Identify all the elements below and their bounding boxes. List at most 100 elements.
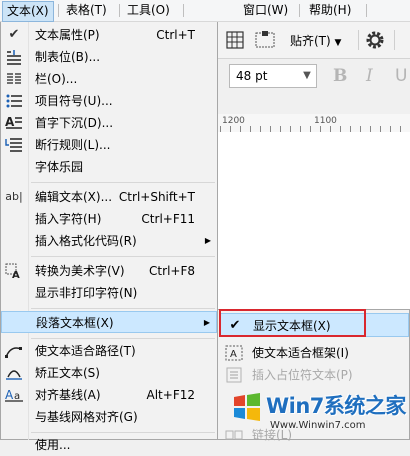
svg-text:A: A [230, 349, 237, 360]
menu-item-label: 插入字符(H) [35, 212, 102, 226]
menu-item-show-nonprinting[interactable]: 显示非打印字符(N) [1, 282, 217, 304]
menu-separator [119, 4, 120, 17]
chevron-right-icon: ▶ [203, 318, 210, 327]
menu-item-drop-cap[interactable]: A 首字下沉(D)... [1, 112, 217, 134]
menu-item-shortcut: Alt+F12 [146, 388, 195, 402]
horizontal-ruler: 1200 1100 [218, 114, 410, 133]
menu-item-insert-character[interactable]: 插入字符(H) Ctrl+F11 [1, 208, 217, 230]
columns-icon [7, 73, 21, 84]
menu-separator [58, 4, 59, 17]
menu-item-fit-text-to-path[interactable]: 使文本适合路径(T) [1, 340, 217, 362]
snap-to-label: 贴齐(T) [290, 34, 331, 48]
menu-separator [299, 4, 300, 17]
gear-icon[interactable] [364, 29, 386, 51]
menu-item-label: 使文本适合路径(T) [35, 344, 136, 358]
check-icon: ✔ [8, 27, 20, 42]
menu-item-straighten-text[interactable]: 矫正文本(S) [1, 362, 217, 384]
fit-frame-icon: A [225, 345, 243, 361]
menu-separator [31, 308, 215, 309]
menu-item-bullets[interactable]: 项目符号(U)... [1, 90, 217, 112]
chevron-right-icon: ▶ [204, 236, 211, 245]
menu-item-columns[interactable]: 栏(O)... [1, 68, 217, 90]
menu-item-label: 矫正文本(S) [35, 366, 100, 380]
svg-text:a: a [14, 391, 20, 402]
menu-tools[interactable]: 工具(O) [123, 0, 174, 21]
italic-icon[interactable]: I [366, 66, 373, 86]
watermark-url: Www.Winwin7.com [270, 420, 366, 431]
menu-item-label: 对齐基线(A) [35, 388, 101, 402]
menu-item-label: 首字下沉(D)... [35, 116, 114, 130]
svg-text:A: A [5, 388, 14, 402]
bullets-icon [6, 94, 22, 108]
menu-window[interactable]: 窗口(W) [239, 0, 292, 21]
menu-item-paragraph-text-frame[interactable]: 段落文本框(X) ▶ [1, 311, 217, 333]
underline-icon[interactable]: U [395, 66, 407, 86]
straighten-icon [6, 370, 22, 380]
menu-help[interactable]: 帮助(H) [305, 0, 355, 21]
svg-text:A: A [5, 115, 15, 129]
menu-item-font-playground[interactable]: 字体乐园 [1, 156, 217, 178]
submenu-item-label: 插入占位符文本(P) [252, 368, 353, 382]
svg-text:A: A [12, 270, 20, 279]
menu-item-shortcut: Ctrl+F11 [141, 212, 195, 226]
menu-item-text-properties[interactable]: ✔ 文本属性(P) Ctrl+T [1, 24, 217, 46]
toolbar-separator [358, 30, 359, 50]
menu-item-edit-text[interactable]: ab| 编辑文本(X)... Ctrl+Shift+T [1, 186, 217, 208]
menu-item-label: 与基线网格对齐(G) [35, 410, 138, 424]
snap-to-button[interactable]: 贴齐(T) ▼ [290, 32, 341, 49]
baseline-icon: A a [5, 388, 23, 402]
drop-cap-icon: A [5, 115, 22, 129]
windows-logo-icon [234, 393, 260, 421]
ruler-tick-label: 1200 [222, 116, 245, 126]
submenu-item-fit-text-to-frame[interactable]: A 使文本适合框架(I) [219, 341, 409, 365]
menu-item-label: 显示非打印字符(N) [35, 286, 138, 300]
font-size-value: 48 pt [236, 69, 268, 83]
menu-item-label: 栏(O)... [35, 72, 78, 86]
guideline-icon[interactable] [254, 29, 276, 51]
menu-item-line-break-rules[interactable]: 断行规则(L)... [1, 134, 217, 156]
menu-item-align-baseline-grid[interactable]: 与基线网格对齐(G) [1, 406, 217, 428]
chevron-down-icon: ▼ [334, 38, 342, 48]
menu-item-insert-formatting-code[interactable]: 插入格式化代码(R) ▶ [1, 230, 217, 252]
menu-item-label: 断行规则(L)... [35, 138, 111, 152]
menu-item-tab-stops[interactable]: 制表位(B)... [1, 46, 217, 68]
menu-separator [31, 182, 215, 183]
toolbar-separator [394, 30, 395, 50]
menu-separator [31, 432, 215, 433]
menu-text[interactable]: 文本(X) [2, 1, 54, 22]
menu-table[interactable]: 表格(T) [62, 0, 111, 21]
menu-item-label: 插入格式化代码(R) [35, 234, 137, 248]
edit-text-icon: ab| [5, 190, 23, 203]
submenu-item-insert-placeholder-text[interactable]: 插入占位符文本(P) [219, 363, 409, 387]
watermark: Win7系统之家 Www.Winwin7.com [226, 386, 410, 440]
bold-icon[interactable]: B [333, 66, 347, 86]
menu-separator [31, 256, 215, 257]
menu-separator [183, 4, 184, 17]
menu-item-label: 项目符号(U)... [35, 94, 113, 108]
menu-item-use[interactable]: 使用... [1, 434, 217, 456]
menu-item-shortcut: Ctrl+T [156, 28, 195, 42]
menu-item-label: 段落文本框(X) [36, 316, 114, 330]
text-menu-dropdown: ✔ 文本属性(P) Ctrl+T 制表位(B)... 栏(O)... 项目符号(… [0, 22, 218, 452]
watermark-brand: Win7系统之家 [266, 394, 406, 418]
menu-item-label: 文本属性(P) [35, 28, 100, 42]
menu-item-convert-to-artistic[interactable]: A 转换为美术字(V) Ctrl+F8 [1, 260, 217, 282]
menu-item-shortcut: Ctrl+Shift+T [118, 190, 195, 204]
grid-icon[interactable] [224, 29, 246, 51]
ruler-tick-label: 1100 [314, 116, 337, 126]
menu-item-label: 编辑文本(X)... [35, 190, 113, 204]
menu-item-label: 制表位(B)... [35, 50, 101, 64]
menu-item-label: 字体乐园 [35, 160, 84, 174]
menu-separator [366, 4, 367, 17]
line-break-icon [5, 138, 22, 152]
menu-item-align-baseline[interactable]: A a 对齐基线(A) Alt+F12 [1, 384, 217, 406]
convert-text-icon: A [5, 263, 20, 279]
highlight-annotation-box [219, 309, 366, 337]
placeholder-icon [226, 367, 242, 383]
menu-bar: 文本(X) 表格(T) 工具(O) 窗口(W) 帮助(H) [0, 0, 410, 22]
tab-stops-icon [7, 50, 21, 65]
property-toolbar: 贴齐(T) ▼ [218, 22, 410, 59]
submenu-item-label: 使文本适合框架(I) [252, 346, 349, 360]
chevron-down-icon[interactable]: ▼ [297, 64, 317, 88]
fit-path-icon [5, 347, 22, 358]
